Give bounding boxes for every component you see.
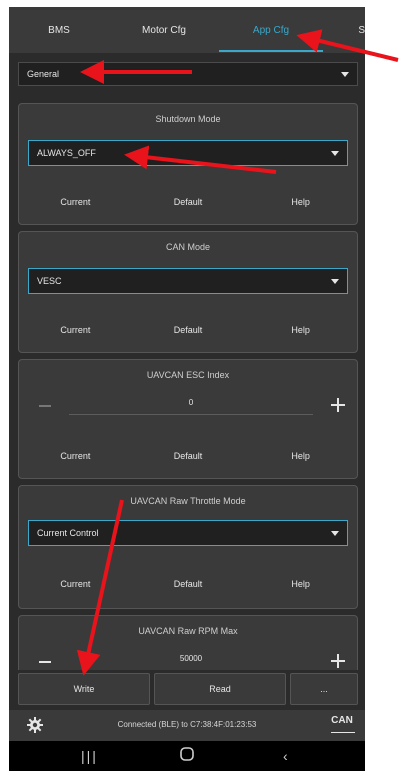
current-button[interactable]: Current [19, 446, 132, 466]
current-button[interactable]: Current [19, 192, 132, 212]
app-screen: BMS Motor Cfg App Cfg S General Shutdown… [9, 7, 365, 771]
panel-button-row: Current Default Help [19, 320, 357, 340]
can-button[interactable]: CAN [329, 715, 355, 735]
can-mode-value: VESC [37, 276, 62, 286]
esc-index-stepper[interactable]: 0 [29, 394, 353, 418]
chevron-down-icon [331, 279, 339, 284]
connection-status-text: Connected (BLE) to C7:38:4F:01:23:53 [117, 720, 257, 729]
shutdown-mode-select[interactable]: ALWAYS_OFF [28, 140, 348, 166]
current-button[interactable]: Current [19, 574, 132, 594]
chevron-down-icon [331, 531, 339, 536]
panel-title: CAN Mode [165, 242, 210, 252]
panel-button-row: Current Default Help [19, 192, 357, 212]
back-icon[interactable]: ‹ [283, 748, 288, 764]
section-select-value: General [27, 69, 60, 79]
section-select[interactable]: General [18, 62, 358, 86]
write-button[interactable]: Write [18, 673, 150, 705]
connection-status-bar: Connected (BLE) to C7:38:4F:01:23:53 CAN [9, 710, 365, 741]
default-button[interactable]: Default [132, 574, 245, 594]
panel-title: UAVCAN ESC Index [146, 370, 230, 380]
tab-bms[interactable]: BMS [9, 25, 109, 36]
tab-app-cfg[interactable]: App Cfg [219, 25, 323, 36]
help-button[interactable]: Help [244, 446, 357, 466]
panel-title: UAVCAN Raw Throttle Mode [130, 496, 246, 506]
bottom-button-bar: Write Read ... [9, 670, 365, 710]
default-button[interactable]: Default [132, 320, 245, 340]
stepper-underline [69, 414, 313, 415]
chevron-down-icon [331, 151, 339, 156]
help-button[interactable]: Help [244, 574, 357, 594]
shutdown-mode-value: ALWAYS_OFF [37, 148, 96, 158]
plus-icon[interactable] [331, 654, 345, 668]
can-label: CAN [331, 715, 353, 726]
panel-shutdown-mode: Shutdown Mode ALWAYS_OFF Current Default… [18, 103, 358, 225]
esc-index-value: 0 [188, 398, 194, 407]
can-underline [331, 732, 355, 733]
panel-title: Shutdown Mode [155, 114, 221, 124]
throttle-mode-select[interactable]: Current Control [28, 520, 348, 546]
current-button[interactable]: Current [19, 320, 132, 340]
panel-uavcan-esc-index: UAVCAN ESC Index 0 Current Default Help [18, 359, 358, 479]
default-button[interactable]: Default [132, 192, 245, 212]
panel-can-mode: CAN Mode VESC Current Default Help [18, 231, 358, 353]
read-button[interactable]: Read [154, 673, 286, 705]
panel-title: UAVCAN Raw RPM Max [138, 626, 238, 636]
rpm-max-value: 50000 [179, 654, 203, 663]
tab-truncated[interactable]: S [323, 25, 365, 36]
plus-icon[interactable] [331, 398, 345, 412]
throttle-mode-value: Current Control [37, 528, 99, 538]
system-nav-bar: ||| ‹ [9, 741, 365, 771]
chevron-down-icon [341, 72, 349, 77]
help-button[interactable]: Help [244, 192, 357, 212]
recents-icon[interactable]: ||| [81, 748, 98, 764]
can-mode-select[interactable]: VESC [28, 268, 348, 294]
default-button[interactable]: Default [132, 446, 245, 466]
tab-motor-cfg[interactable]: Motor Cfg [109, 25, 219, 36]
active-tab-indicator [219, 50, 323, 52]
panel-button-row: Current Default Help [19, 574, 357, 594]
gear-icon[interactable] [27, 717, 43, 733]
home-icon[interactable] [179, 746, 195, 765]
panel-uavcan-raw-throttle-mode: UAVCAN Raw Throttle Mode Current Control… [18, 485, 358, 609]
more-button[interactable]: ... [290, 673, 358, 705]
panel-button-row: Current Default Help [19, 446, 357, 466]
help-button[interactable]: Help [244, 320, 357, 340]
tab-bar: BMS Motor Cfg App Cfg S [9, 7, 365, 53]
